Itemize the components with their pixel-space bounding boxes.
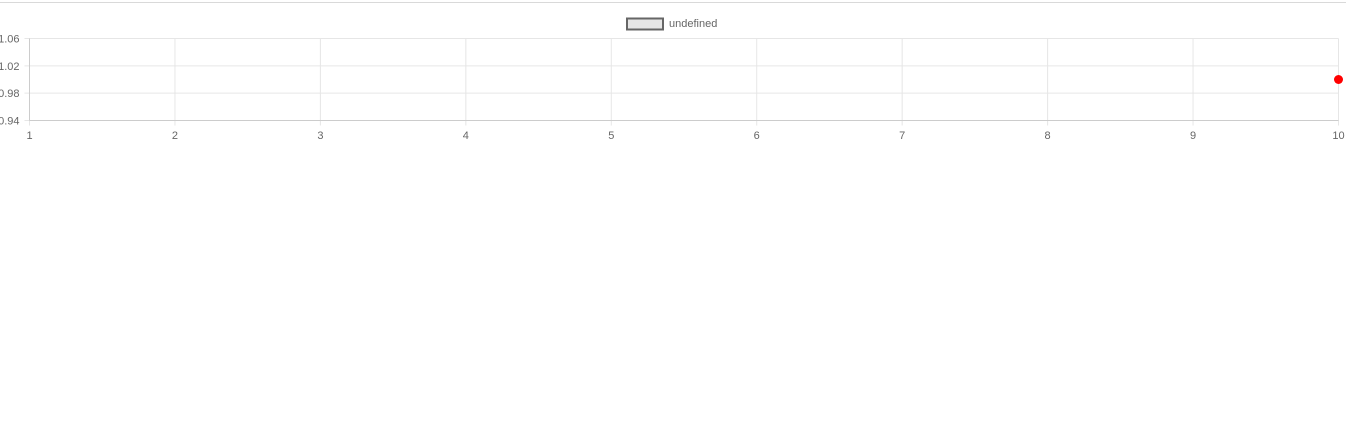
y-tick-label: 1.02 (0, 61, 20, 73)
x-tick-label: 2 (172, 130, 178, 142)
axis-layer: 1 2 3 4 5 6 7 8 9 10 1.06 1.02 0.98 0.94 (0, 34, 1345, 143)
x-tick-label: 5 (608, 130, 614, 142)
legend-label[interactable]: undefined (669, 18, 717, 30)
grid-layer (24, 38, 1339, 126)
legend-swatch[interactable] (626, 17, 664, 31)
x-tick-label: 9 (1190, 130, 1196, 142)
y-tick-label: 1.06 (0, 34, 20, 46)
y-tick-label: 0.98 (0, 88, 20, 100)
data-point (1334, 75, 1343, 84)
chart-svg: 1 2 3 4 5 6 7 8 9 10 1.06 1.02 0.98 0.94 undefined (0, 17, 1345, 143)
y-tick-label: 0.94 (0, 116, 20, 128)
x-tick-label: 6 (754, 130, 760, 142)
x-tick-label: 1 (26, 130, 32, 142)
points-layer (1334, 75, 1343, 84)
x-tick-label: 10 (1332, 130, 1344, 142)
chart-container: 1 2 3 4 5 6 7 8 9 10 1.06 1.02 0.98 0.94 undefined (0, 0, 1346, 440)
x-tick-label: 3 (317, 130, 323, 142)
legend[interactable]: undefined (626, 17, 717, 31)
x-tick-label: 7 (899, 130, 905, 142)
x-tick-label: 8 (1045, 130, 1051, 142)
x-tick-label: 4 (463, 130, 469, 142)
